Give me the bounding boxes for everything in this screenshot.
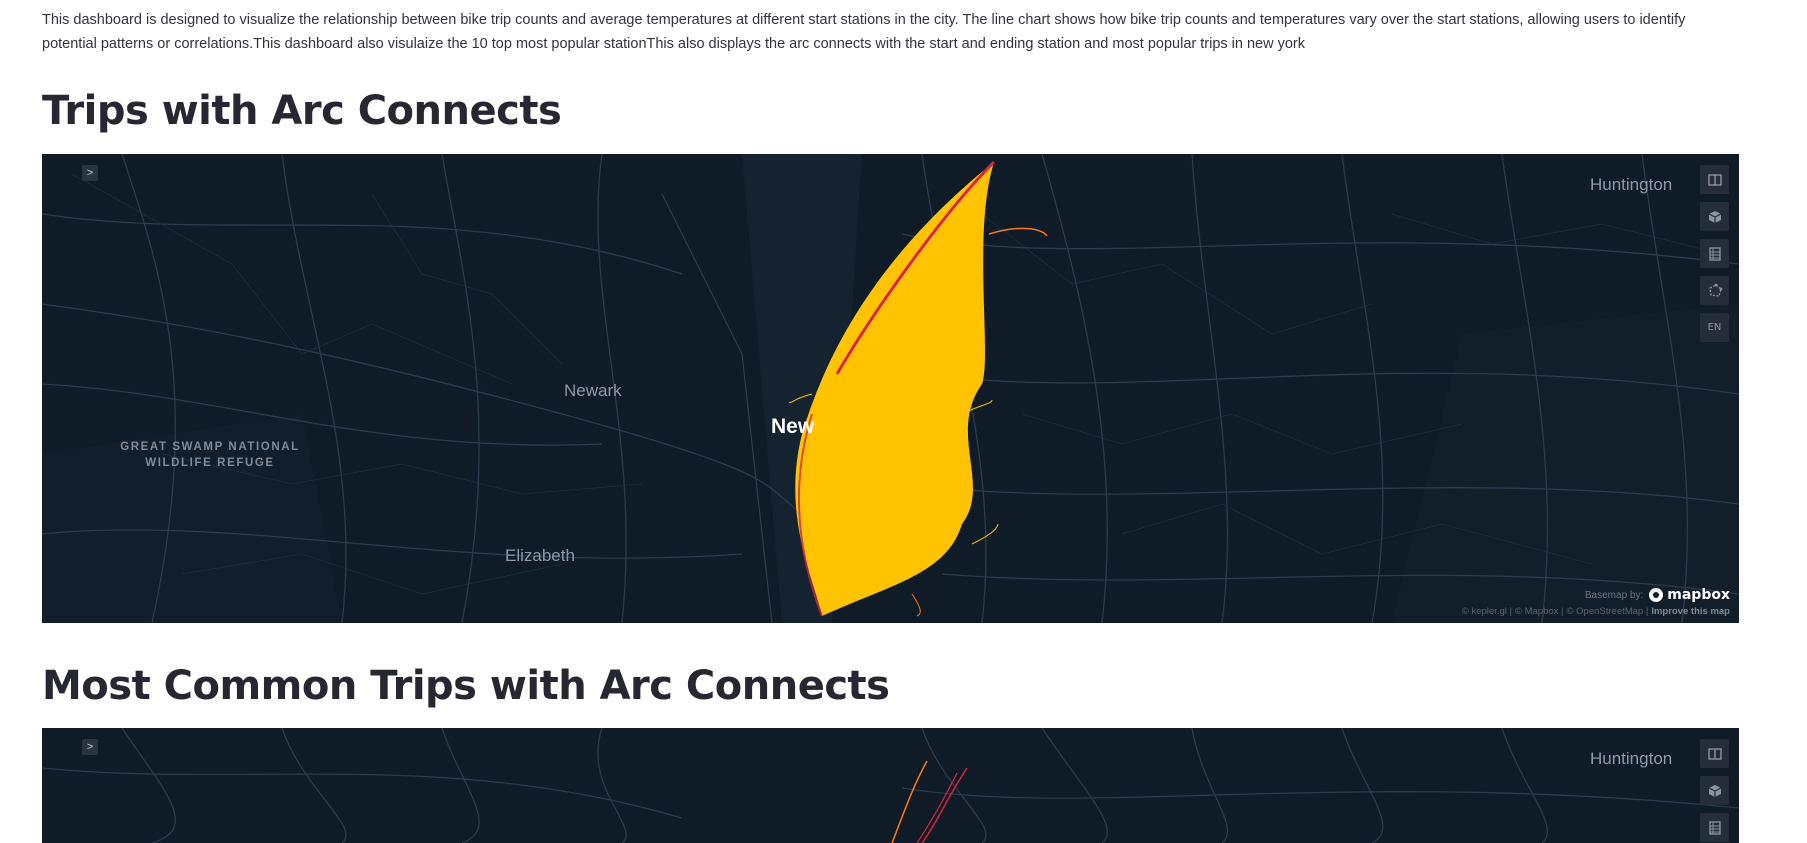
legend-button[interactable] xyxy=(1700,813,1729,842)
map-control-stack: EN xyxy=(1700,165,1729,342)
legend-table-icon xyxy=(1708,820,1721,835)
toggle-3d-button[interactable] xyxy=(1700,202,1729,231)
basemap-label: Basemap by: xyxy=(1584,589,1644,601)
side-panel-toggle-button[interactable]: > xyxy=(82,739,98,755)
section-title-most-common-trips: Most Common Trips with Arc Connects xyxy=(42,663,890,709)
locale-label: EN xyxy=(1707,322,1722,333)
split-map-icon xyxy=(1707,173,1722,186)
split-map-button[interactable] xyxy=(1700,739,1729,768)
kepler-map-trips[interactable]: > EN Huntington Newark New Elizabeth GRE… xyxy=(42,154,1739,623)
split-map-icon xyxy=(1707,747,1722,760)
section-title-trips-arc: Trips with Arc Connects xyxy=(42,88,562,134)
split-map-button[interactable] xyxy=(1700,165,1729,194)
map-basemap-roads xyxy=(42,154,1739,623)
dashboard-description: This dashboard is designed to visualize … xyxy=(42,12,1686,52)
place-label-newark: Newark xyxy=(564,381,622,400)
attribution-osm-link[interactable]: © OpenStreetMap | xyxy=(1567,606,1649,617)
mapbox-logo-icon xyxy=(1649,588,1664,602)
improve-map-link[interactable]: Improve this map xyxy=(1651,606,1730,617)
map-attribution: © kepler.gl | © Mapbox | © OpenStreetMap… xyxy=(1462,606,1730,617)
legend-table-icon xyxy=(1708,246,1721,261)
3d-cube-icon xyxy=(1708,210,1721,223)
3d-cube-icon xyxy=(1708,784,1721,797)
place-label-huntington: Huntington xyxy=(1590,749,1673,768)
toggle-3d-button[interactable] xyxy=(1700,776,1729,805)
basemap-credit: Basemap by: mapbox xyxy=(1585,587,1730,603)
mapbox-logo-text: mapbox xyxy=(1667,587,1730,603)
draw-polygon-icon xyxy=(1708,283,1722,297)
map-control-stack xyxy=(1700,739,1729,842)
place-label-great-swamp: GREAT SWAMP NATIONAL WILDLIFE REFUGE xyxy=(120,441,300,469)
place-label-new-york: New xyxy=(771,415,815,438)
side-panel-toggle-button[interactable]: > xyxy=(82,165,98,181)
attribution-mapbox-link[interactable]: © Mapbox | xyxy=(1515,606,1564,617)
arc-layer xyxy=(891,760,968,843)
attribution-kepler-link[interactable]: © kepler.gl | xyxy=(1462,606,1512,617)
locale-button[interactable]: EN xyxy=(1700,313,1729,342)
place-label-elizabeth: Elizabeth xyxy=(505,546,575,565)
kepler-map-most-common-trips[interactable]: > Huntington xyxy=(42,728,1739,843)
map-basemap-roads xyxy=(42,728,1739,843)
mapbox-logo[interactable]: mapbox xyxy=(1649,587,1730,603)
legend-button[interactable] xyxy=(1700,239,1729,268)
place-label-huntington: Huntington xyxy=(1590,175,1673,194)
draw-polygon-button[interactable] xyxy=(1700,276,1729,305)
